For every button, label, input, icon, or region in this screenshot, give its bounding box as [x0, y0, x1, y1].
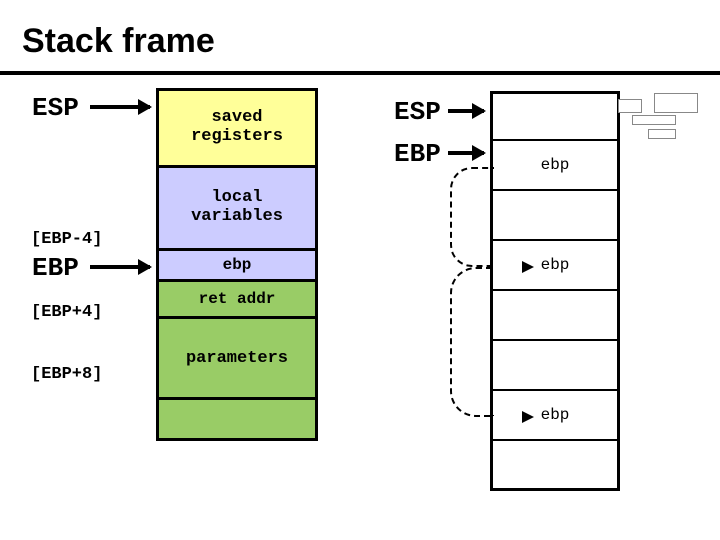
page-title: Stack frame [0, 0, 720, 71]
label-ebp: EBP [32, 253, 79, 283]
right-row-3: ebp [490, 241, 620, 291]
mini-diagram-icon [618, 93, 700, 141]
label-ebp-minus-4: [EBP-4] [31, 230, 102, 249]
arrow-esp [90, 105, 150, 109]
right-row-6: ebp [490, 391, 620, 441]
label-right-esp: ESP [394, 97, 441, 127]
label-ebp-plus-8: [EBP+8] [31, 365, 102, 384]
dashed-link-2 [450, 267, 494, 417]
right-row-2 [490, 191, 620, 241]
cell-ebp: ebp [156, 248, 318, 282]
label-esp: ESP [32, 93, 79, 123]
arrow-ebp [90, 265, 150, 269]
right-row-0 [490, 91, 620, 141]
left-stack: saved registers local variables ebp ret … [156, 91, 318, 441]
diagram-area: ESP [EBP-4] EBP [EBP+4] [EBP+8] saved re… [0, 75, 720, 515]
arrow-right-esp [448, 109, 484, 113]
cell-ret-addr: ret addr [156, 279, 318, 319]
right-row-4 [490, 291, 620, 341]
label-ebp-plus-4: [EBP+4] [31, 303, 102, 322]
right-row-7 [490, 441, 620, 491]
right-row-5 [490, 341, 620, 391]
label-right-ebp: EBP [394, 139, 441, 169]
cell-parameters: parameters [156, 316, 318, 400]
cell-blank [156, 397, 318, 441]
dashed-link-1 [450, 167, 494, 267]
cell-local-variables: local variables [156, 165, 318, 251]
right-stack: ebp ebp ebp [490, 91, 620, 491]
cell-saved-registers: saved registers [156, 88, 318, 168]
right-row-1: ebp [490, 141, 620, 191]
arrow-right-ebp [448, 151, 484, 155]
